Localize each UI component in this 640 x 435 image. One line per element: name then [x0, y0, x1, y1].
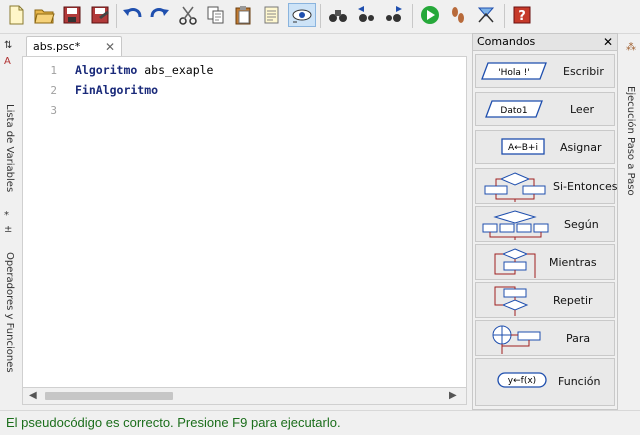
cut-icon[interactable] — [176, 3, 200, 27]
command-label: Mientras — [549, 256, 597, 269]
output-shape-icon: 'Hola !' — [481, 62, 547, 80]
variables-panel-tab[interactable]: Lista de Variables — [4, 104, 15, 192]
step-execution-icon[interactable]: ⁂ — [626, 42, 636, 53]
scrollbar-thumb[interactable] — [45, 392, 173, 400]
code-keyword: Algoritmo — [75, 63, 138, 77]
toolbar-separator — [504, 4, 505, 28]
open-folder-icon[interactable] — [32, 3, 56, 27]
toolbar-separator — [320, 4, 321, 28]
command-label: Para — [566, 332, 591, 345]
tab-label: abs.psc* — [33, 40, 81, 53]
svg-text:A←B+i: A←B+i — [508, 143, 538, 153]
horizontal-scrollbar[interactable]: ◀ ▶ — [22, 388, 467, 405]
command-label: Según — [564, 218, 599, 231]
help-icon[interactable]: ? — [510, 3, 534, 27]
function-shape-icon: y←f(x) — [497, 372, 547, 388]
binoculars-icon[interactable] — [326, 3, 350, 27]
line-number: 2 — [50, 84, 57, 97]
run-icon[interactable] — [418, 3, 442, 27]
code-keyword: FinAlgoritmo — [75, 83, 159, 97]
scroll-right-icon[interactable]: ▶ — [449, 390, 457, 401]
watch-icon[interactable] — [288, 3, 316, 27]
left-side-panel: ⇅ A Lista de Variables * ± Operadores y … — [0, 34, 20, 408]
commands-title: Comandos — [477, 35, 536, 48]
undo-icon[interactable] — [120, 3, 144, 27]
line-number-gutter: 1 2 3 — [23, 57, 65, 387]
operators-panel-icon[interactable]: * — [4, 210, 9, 221]
command-asignar-button[interactable]: A←B+i Asignar — [475, 130, 615, 164]
line-number: 1 — [50, 64, 57, 77]
close-panel-icon[interactable]: ✕ — [603, 34, 613, 50]
command-label: Función — [558, 375, 601, 388]
svg-text:y←f(x): y←f(x) — [508, 376, 536, 386]
switch-shape-icon — [482, 210, 549, 240]
while-shape-icon — [494, 248, 536, 278]
command-segun-button[interactable]: Según — [475, 206, 615, 242]
line-number: 3 — [50, 104, 57, 117]
code-line[interactable]: Algoritmo abs_exaple — [75, 63, 213, 77]
text-edit-icon[interactable] — [260, 3, 284, 27]
input-shape-icon: Dato1 — [485, 100, 543, 118]
command-label: Si-Entonces — [553, 180, 618, 193]
for-shape-icon — [492, 325, 541, 354]
toolbar: ? — [0, 0, 640, 34]
variables-panel-icon[interactable]: ⇅ — [4, 40, 12, 51]
commands-panel: Comandos ✕ 'Hola !' Escribir Dato1 Leer … — [472, 33, 618, 410]
tab-abs-psc[interactable]: abs.psc* ✕ — [26, 36, 122, 56]
command-repetir-button[interactable]: Repetir — [475, 282, 615, 318]
paste-icon[interactable] — [232, 3, 256, 27]
svg-text:?: ? — [518, 9, 526, 24]
variables-symbols-icon: A — [4, 56, 11, 67]
commands-panel-header: Comandos ✕ — [473, 34, 617, 51]
copy-icon[interactable] — [204, 3, 228, 27]
toolbar-separator — [116, 4, 117, 28]
command-label: Asignar — [560, 141, 602, 154]
if-shape-icon — [484, 172, 546, 202]
code-text: abs_exaple — [137, 63, 214, 77]
save-icon[interactable] — [60, 3, 84, 27]
new-file-icon[interactable] — [4, 3, 28, 27]
code-editor[interactable]: 1 2 3 Algoritmo abs_exaple FinAlgoritmo — [22, 56, 467, 388]
repeat-shape-icon — [494, 286, 529, 316]
operators-panel-tab[interactable]: Operadores y Funciones — [4, 252, 15, 373]
command-label: Escribir — [563, 65, 604, 78]
right-side-panel: ⁂ Ejecución Paso a Paso — [620, 34, 640, 410]
step-execution-tab[interactable]: Ejecución Paso a Paso — [625, 86, 636, 196]
svg-text:'Hola !': 'Hola !' — [498, 68, 530, 78]
find-prev-icon[interactable] — [354, 3, 378, 27]
command-label: Repetir — [553, 294, 593, 307]
status-bar: El pseudocódigo es correcto. Presione F9… — [0, 410, 640, 435]
command-label: Leer — [570, 103, 594, 116]
command-funcion-button[interactable]: y←f(x) Función — [475, 358, 615, 406]
command-leer-button[interactable]: Dato1 Leer — [475, 92, 615, 126]
flowchart-icon[interactable] — [474, 3, 498, 27]
operators-symbols-icon: ± — [4, 224, 13, 235]
status-message: El pseudocódigo es correcto. Presione F9… — [6, 415, 341, 430]
redo-icon[interactable] — [148, 3, 172, 27]
scroll-left-icon[interactable]: ◀ — [29, 390, 37, 401]
command-si-entonces-button[interactable]: Si-Entonces — [475, 168, 618, 204]
assign-shape-icon: A←B+i — [501, 138, 545, 155]
command-mientras-button[interactable]: Mientras — [475, 244, 615, 280]
svg-text:Dato1: Dato1 — [500, 106, 527, 116]
step-icon[interactable] — [446, 3, 470, 27]
save-as-icon[interactable] — [88, 3, 112, 27]
command-escribir-button[interactable]: 'Hola !' Escribir — [475, 54, 615, 88]
code-line[interactable]: FinAlgoritmo — [75, 83, 158, 97]
close-tab-icon[interactable]: ✕ — [105, 37, 115, 57]
toolbar-separator — [412, 4, 413, 28]
find-next-icon[interactable] — [382, 3, 406, 27]
editor-tab-bar: abs.psc* ✕ — [22, 34, 467, 56]
command-para-button[interactable]: Para — [475, 320, 615, 356]
